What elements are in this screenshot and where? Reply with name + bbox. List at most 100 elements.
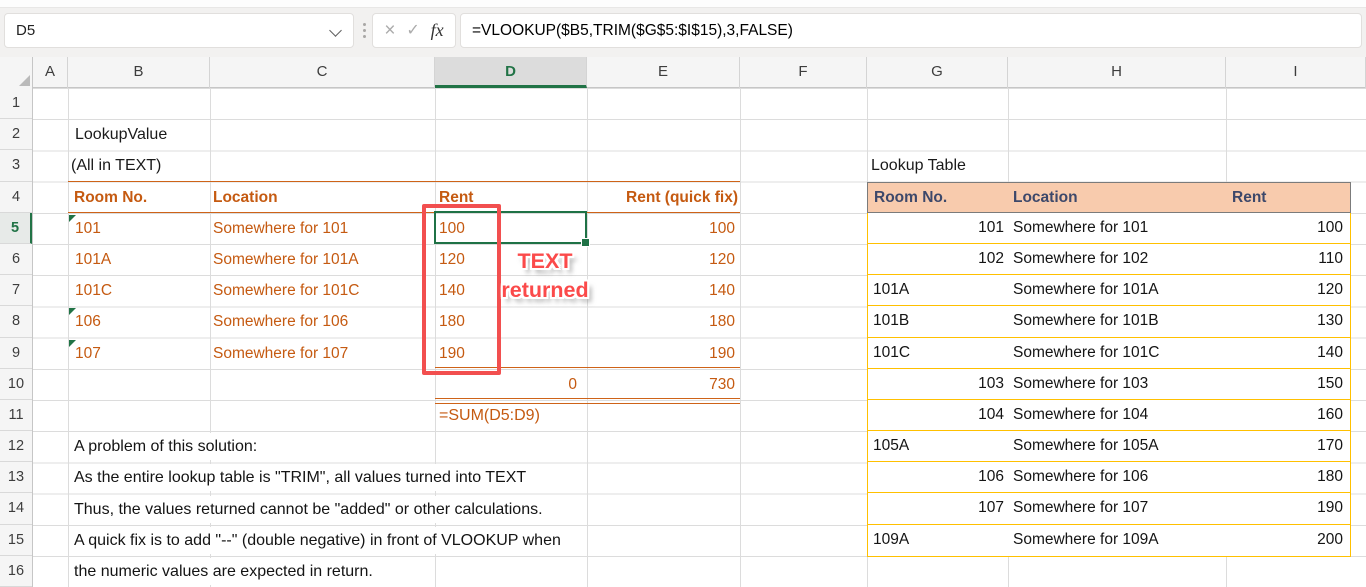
cell-H6[interactable]: Somewhere for 102	[1009, 244, 1227, 274]
cell-B7[interactable]: 101C	[75, 277, 112, 304]
cell-I9[interactable]: 140	[1227, 338, 1350, 368]
column-header-e[interactable]: E	[587, 57, 740, 88]
lookup-table-header: Room No. Location Rent	[867, 182, 1351, 213]
cell-I15[interactable]: 200	[1227, 525, 1350, 556]
room-num: 104	[978, 400, 1004, 430]
cell-E8[interactable]: 180	[587, 308, 735, 335]
room-text: 101B	[873, 306, 909, 336]
cell-G4[interactable]: Room No.	[868, 183, 1009, 212]
cell-C6[interactable]: Somewhere for 101A	[213, 246, 359, 273]
cell-G9[interactable]: 101C	[868, 338, 1009, 368]
cell-B8[interactable]: 106	[75, 308, 101, 335]
chevron-down-icon[interactable]	[329, 24, 342, 37]
cell-C9[interactable]: Somewhere for 107	[213, 340, 348, 367]
column-header-f[interactable]: F	[740, 57, 867, 88]
cell-E5[interactable]: 100	[587, 215, 735, 242]
cell-I6[interactable]: 110	[1227, 244, 1350, 274]
cell-I12[interactable]: 170	[1227, 431, 1350, 461]
cell-B9[interactable]: 107	[75, 340, 101, 367]
cell-B5[interactable]: 101	[75, 215, 101, 242]
room-text: 101A	[873, 275, 909, 305]
cell-C5[interactable]: Somewhere for 101	[213, 215, 348, 242]
excel-window: D5 × ✓ fx =VLOOKUP($B5,TRIM($G$5:$I$15),…	[0, 0, 1366, 587]
column-header-h[interactable]: H	[1008, 57, 1226, 88]
cell-G10[interactable]: 103	[868, 369, 1009, 399]
cell-H11[interactable]: Somewhere for 104	[1009, 400, 1227, 430]
cell-H8[interactable]: Somewhere for 101B	[1009, 306, 1227, 336]
cell-G5[interactable]: 101	[868, 213, 1009, 243]
select-all-triangle-icon	[19, 75, 30, 86]
column-header-b[interactable]: B	[68, 57, 210, 88]
cell-B14[interactable]: Thus, the values returned cannot be "add…	[74, 496, 546, 523]
room-text: 109A	[873, 525, 909, 556]
lookup-table-row: 101B Somewhere for 101B 130	[868, 306, 1350, 337]
cell-I14[interactable]: 190	[1227, 493, 1350, 523]
select-all-corner[interactable]	[0, 57, 33, 88]
cell-H7[interactable]: Somewhere for 101A	[1009, 275, 1227, 305]
cell-B4[interactable]: Room No.	[74, 184, 147, 211]
column-header-i[interactable]: I	[1226, 57, 1366, 88]
cell-I11[interactable]: 160	[1227, 400, 1350, 430]
cell-E9[interactable]: 190	[587, 340, 735, 367]
column-header-a[interactable]: A	[33, 57, 68, 88]
cell-H14[interactable]: Somewhere for 107	[1009, 493, 1227, 523]
enter-icon[interactable]: ✓	[406, 14, 419, 47]
cell-G14[interactable]: 107	[868, 493, 1009, 523]
column-header-d[interactable]: D	[435, 57, 587, 88]
cell-I7[interactable]: 120	[1227, 275, 1350, 305]
cell-C7[interactable]: Somewhere for 101C	[213, 277, 359, 304]
cell-D11[interactable]: =SUM(D5:D9)	[439, 402, 543, 429]
cell-G6[interactable]: 102	[868, 244, 1009, 274]
lookup-table-row: 109A Somewhere for 109A 200	[868, 525, 1350, 556]
cell-B12[interactable]: A problem of this solution:	[74, 433, 260, 460]
cell-B13[interactable]: As the entire lookup table is "TRIM", al…	[74, 464, 529, 491]
room-num: 101	[978, 213, 1004, 243]
insert-function-icon[interactable]: fx	[431, 14, 444, 47]
cell-G15[interactable]: 109A	[868, 525, 1009, 556]
cell-H15[interactable]: Somewhere for 109A	[1009, 525, 1227, 556]
cell-E10[interactable]: 730	[587, 371, 735, 398]
cell-H9[interactable]: Somewhere for 101C	[1009, 338, 1227, 368]
cancel-icon[interactable]: ×	[384, 14, 395, 47]
cell-I5[interactable]: 100	[1227, 213, 1350, 243]
name-box[interactable]: D5	[4, 13, 354, 48]
fill-handle[interactable]	[581, 238, 590, 247]
row-header-1[interactable]: 1	[0, 88, 32, 119]
cell-G3[interactable]: Lookup Table	[871, 152, 969, 179]
cell-I8[interactable]: 130	[1227, 306, 1350, 336]
formula-text: =VLOOKUP($B5,TRIM($G$5:$I$15),3,FALSE)	[472, 14, 793, 47]
room-num: 103	[978, 369, 1004, 399]
lookup-table-row: 101A Somewhere for 101A 120	[868, 275, 1350, 306]
cell-C8[interactable]: Somewhere for 106	[213, 308, 348, 335]
sum-row-double-underline	[435, 398, 740, 404]
cell-I4[interactable]: Rent	[1227, 183, 1350, 212]
annotation-line1: TEXT	[480, 247, 610, 276]
column-header-c[interactable]: C	[210, 57, 435, 88]
top-strip	[0, 0, 1366, 8]
cell-I10[interactable]: 150	[1227, 369, 1350, 399]
cell-H13[interactable]: Somewhere for 106	[1009, 462, 1227, 492]
lookup-table-row: 105A Somewhere for 105A 170	[868, 431, 1350, 462]
cell-G8[interactable]: 101B	[868, 306, 1009, 336]
cell-H12[interactable]: Somewhere for 105A	[1009, 431, 1227, 461]
cell-B16[interactable]: the numeric values are expected in retur…	[74, 558, 376, 585]
cell-H4[interactable]: Location	[1009, 183, 1227, 212]
cell-B6[interactable]: 101A	[75, 246, 111, 273]
cell-C4[interactable]: Location	[213, 184, 278, 211]
column-header-g[interactable]: G	[867, 57, 1008, 88]
cell-H5[interactable]: Somewhere for 101	[1009, 213, 1227, 243]
room-num: 102	[978, 244, 1004, 274]
cell-I13[interactable]: 180	[1227, 462, 1350, 492]
lookup-table-row: 102 Somewhere for 102 110	[868, 244, 1350, 275]
cell-G13[interactable]: 106	[868, 462, 1009, 492]
cell-G7[interactable]: 101A	[868, 275, 1009, 305]
cell-B15[interactable]: A quick fix is to add "--" (double negat…	[74, 527, 564, 554]
annotation-line2: returned	[480, 276, 610, 305]
cell-B2[interactable]: LookupValue	[75, 121, 170, 148]
formula-input[interactable]: =VLOOKUP($B5,TRIM($G$5:$I$15),3,FALSE)	[460, 13, 1362, 48]
cell-E4[interactable]: Rent (quick fix)	[560, 184, 738, 211]
cell-G12[interactable]: 105A	[868, 431, 1009, 461]
cell-G11[interactable]: 104	[868, 400, 1009, 430]
column-header-band: A B C D E F G H I	[0, 57, 1366, 88]
cell-H10[interactable]: Somewhere for 103	[1009, 369, 1227, 399]
